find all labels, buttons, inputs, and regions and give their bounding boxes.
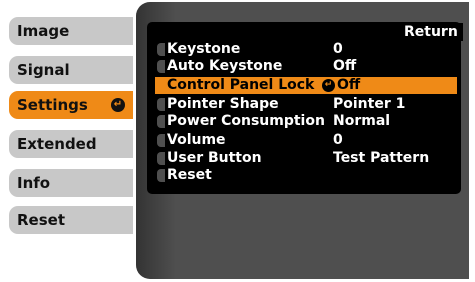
menu-item-label: Keystone: [167, 41, 241, 57]
menu-item-label: User Button: [167, 150, 262, 166]
menu-item-value: Off: [337, 77, 361, 93]
tab-label: Reset: [17, 211, 65, 229]
tab-label: Signal: [17, 61, 70, 79]
row-marker: [157, 152, 165, 165]
tab-label: Image: [17, 22, 70, 40]
row-marker: [157, 98, 165, 111]
row-marker: [157, 79, 165, 92]
menu-item-value: Normal: [333, 113, 391, 129]
menu-item-keystone[interactable]: Keystone 0: [155, 41, 457, 58]
tab-reset[interactable]: Reset: [9, 206, 133, 234]
tab-image[interactable]: Image: [9, 17, 133, 45]
row-marker: [157, 134, 165, 147]
return-label: Return: [404, 24, 458, 40]
menu-item-power-consumption[interactable]: Power Consumption Normal: [155, 113, 457, 130]
menu-item-label: Pointer Shape: [167, 96, 279, 112]
menu-item-value: 0: [333, 41, 343, 57]
enter-icon: ↵: [111, 98, 125, 112]
settings-menu: Keystone 0 Auto Keystone Off Control Pan…: [147, 22, 461, 194]
tab-label: Settings: [17, 96, 88, 114]
menu-item-label: Volume: [167, 132, 226, 148]
settings-panel: Keystone 0 Auto Keystone Off Control Pan…: [136, 2, 469, 279]
tab-extended[interactable]: Extended: [9, 130, 133, 158]
menu-item-label: Auto Keystone: [167, 58, 283, 74]
tab-label: Extended: [17, 135, 97, 153]
menu-item-reset[interactable]: Reset: [155, 167, 457, 184]
menu-item-value: 0: [333, 132, 343, 148]
menu-item-label: Reset: [167, 167, 212, 183]
menu-item-auto-keystone[interactable]: Auto Keystone Off: [155, 58, 457, 75]
menu-item-value: Test Pattern: [333, 150, 430, 166]
menu-item-label: Power Consumption: [167, 113, 325, 129]
row-marker: [157, 169, 165, 182]
row-marker: [157, 43, 165, 56]
tab-label: Info: [17, 174, 51, 192]
return-button[interactable]: Return: [391, 23, 463, 41]
menu-item-pointer-shape[interactable]: Pointer Shape Pointer 1: [155, 96, 457, 113]
menu-item-label: Control Panel Lock: [167, 77, 315, 93]
row-marker: [157, 60, 165, 73]
menu-item-user-button[interactable]: User Button Test Pattern: [155, 150, 457, 167]
tab-signal[interactable]: Signal: [9, 56, 133, 84]
menu-item-control-panel-lock[interactable]: Control Panel Lock ↵ Off: [155, 77, 457, 94]
menu-item-value: Pointer 1: [333, 96, 406, 112]
enter-icon: ↵: [322, 79, 335, 92]
menu-item-volume[interactable]: Volume 0: [155, 132, 457, 149]
menu-item-value: Off: [333, 58, 357, 74]
tab-settings[interactable]: Settings ↵: [9, 91, 133, 119]
tab-info[interactable]: Info: [9, 169, 133, 197]
row-marker: [157, 115, 165, 128]
